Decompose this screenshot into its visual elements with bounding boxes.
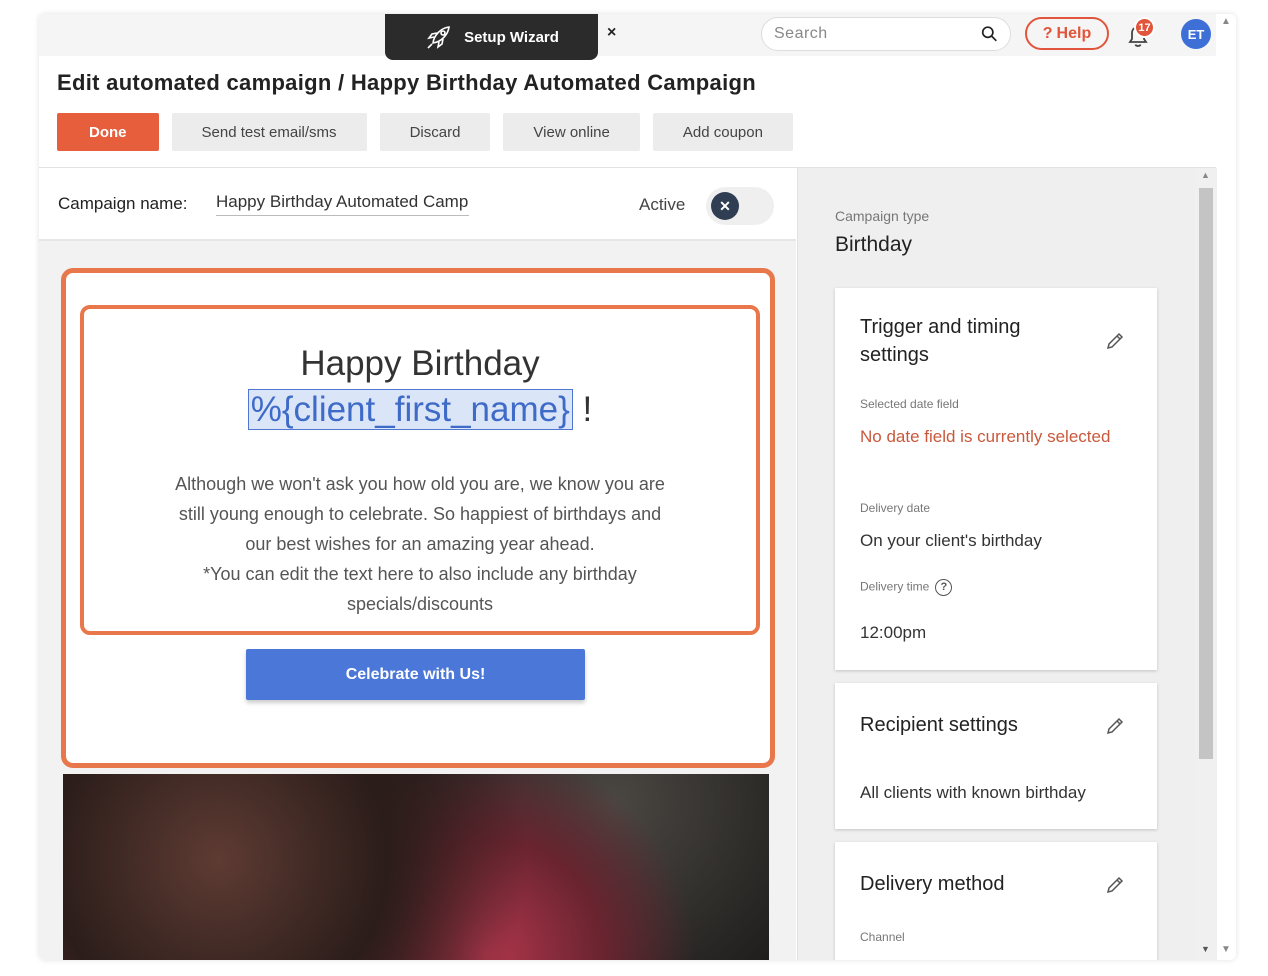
notification-badge: 17 xyxy=(1134,17,1155,38)
wizard-close-icon[interactable]: × xyxy=(607,24,616,42)
campaign-settings-panel: Campaign type Birthday Trigger and timin… xyxy=(797,168,1217,960)
scroll-down-arrow-icon[interactable]: ▼ xyxy=(1221,944,1231,955)
scroll-up-arrow-icon[interactable]: ▲ xyxy=(1221,16,1231,27)
delivery-time-value: 12:00pm xyxy=(860,623,927,642)
campaign-type-value: Birthday xyxy=(835,233,913,256)
delivery-method-card: Delivery method Channel xyxy=(835,842,1157,960)
scroll-up-arrow-icon[interactable]: ▲ xyxy=(1201,170,1210,180)
campaign-name-label: Campaign name: xyxy=(58,194,188,213)
email-text-block[interactable]: Happy Birthday %{client_first_name} ! Al… xyxy=(80,305,760,635)
recipient-settings-card: Recipient settings All clients with know… xyxy=(835,683,1157,829)
active-label: Active xyxy=(639,195,686,214)
question-icon: ? xyxy=(1042,24,1053,42)
delivery-time-label: Delivery time xyxy=(860,579,930,594)
pencil-icon[interactable] xyxy=(1105,331,1125,351)
email-headline[interactable]: Happy Birthday %{client_first_name} ! xyxy=(84,341,756,433)
search-input[interactable] xyxy=(774,25,981,43)
action-toolbar: Done Send test email/sms Discard View on… xyxy=(57,113,793,151)
client-first-name-variable[interactable]: %{client_first_name} xyxy=(247,389,573,430)
view-online-button[interactable]: View online xyxy=(503,113,640,151)
body-line: specials/discounts xyxy=(346,594,494,614)
selected-date-value: No date field is currently selected xyxy=(860,427,1111,446)
scroll-down-arrow-icon[interactable]: ▼ xyxy=(1201,944,1210,954)
question-circle-icon[interactable]: ? xyxy=(935,579,953,596)
rocket-icon xyxy=(427,26,450,49)
campaign-name-bar: Campaign name: Active ✕ xyxy=(39,168,796,241)
settings-scrollbar[interactable]: ▲ ▼ xyxy=(1195,168,1217,960)
pencil-icon[interactable] xyxy=(1105,716,1125,736)
campaign-type-label: Campaign type xyxy=(835,208,930,224)
recipient-settings-title: Recipient settings xyxy=(860,714,1018,736)
setup-wizard-button[interactable]: Setup Wizard xyxy=(385,14,598,60)
body-line: our best wishes for an amazing year ahea… xyxy=(245,534,595,554)
delivery-date-value: On your client's birthday xyxy=(860,531,1042,550)
email-body[interactable]: Although we won't ask you how old you ar… xyxy=(140,469,700,619)
celebrate-button[interactable]: Celebrate with Us! xyxy=(246,649,585,700)
selected-date-label: Selected date field xyxy=(860,397,959,411)
top-bar: Setup Wizard × ? Help 17 ET xyxy=(39,14,1216,60)
body-line: Although we won't ask you how old you ar… xyxy=(175,474,665,494)
scrollbar-thumb[interactable] xyxy=(1199,188,1213,759)
headline-text: Happy Birthday xyxy=(300,344,540,383)
delivery-date-label: Delivery date xyxy=(860,501,931,515)
headline-exclaim: ! xyxy=(572,390,593,429)
add-coupon-button[interactable]: Add coupon xyxy=(652,113,793,151)
help-button[interactable]: ? Help xyxy=(1025,17,1109,50)
setup-wizard-label: Setup Wizard xyxy=(464,28,559,46)
body-line: *You can edit the text here to also incl… xyxy=(203,564,637,584)
help-label: Help xyxy=(1056,24,1092,42)
pencil-icon[interactable] xyxy=(1105,875,1125,895)
channel-label: Channel xyxy=(860,930,905,944)
recipient-value: All clients with known birthday xyxy=(860,783,1086,802)
discard-button[interactable]: Discard xyxy=(379,113,491,151)
avatar[interactable]: ET xyxy=(1181,19,1211,49)
trigger-settings-card: Trigger and timing settings Selected dat… xyxy=(835,288,1157,670)
delivery-time-label-row: Delivery time? xyxy=(860,579,953,596)
campaign-name-input[interactable] xyxy=(216,192,469,216)
email-editor-panel: Campaign name: Active ✕ Happy Birthday %… xyxy=(39,168,796,960)
search-box[interactable] xyxy=(761,17,1011,51)
page-title: Edit automated campaign / Happy Birthday… xyxy=(57,70,756,95)
toggle-off-icon: ✕ xyxy=(711,192,739,220)
app-window: Setup Wizard × ? Help 17 ET ▲ Edit autom… xyxy=(39,14,1236,960)
birthday-balloons-image[interactable] xyxy=(63,774,769,960)
email-content-block[interactable]: Happy Birthday %{client_first_name} ! Al… xyxy=(61,268,775,768)
body-line: still young enough to celebrate. So happ… xyxy=(178,504,662,524)
search-icon[interactable] xyxy=(981,24,998,44)
delivery-method-title: Delivery method xyxy=(860,873,1005,895)
trigger-settings-title: Trigger and timing settings xyxy=(860,316,1021,366)
active-toggle[interactable]: ✕ xyxy=(706,187,774,225)
done-button[interactable]: Done xyxy=(57,113,159,151)
send-test-button[interactable]: Send test email/sms xyxy=(171,113,367,151)
